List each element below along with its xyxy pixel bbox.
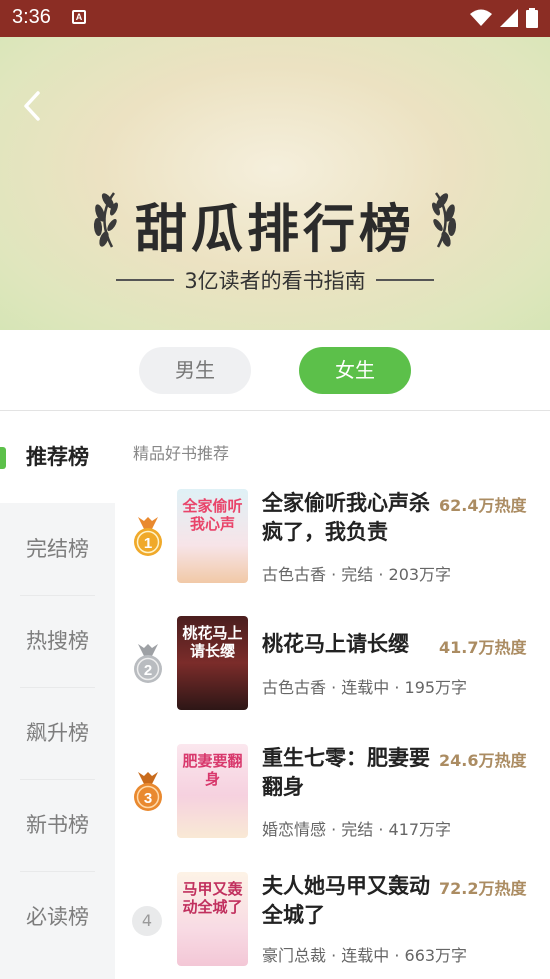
cover-title: 肥妻要翻身 (182, 752, 243, 788)
subtitle-line-right (375, 279, 434, 281)
book-item-3[interactable]: 3 肥妻要翻身 重生七零：肥妻要翻身 24.6万热度 婚恋情感 · 完结 · 4… (115, 744, 550, 869)
book-title[interactable]: 桃花马上请长缨 (262, 630, 442, 659)
tab-male[interactable]: 男生 (139, 347, 251, 394)
sidebar-item-recommended[interactable]: 推荐榜 (0, 411, 115, 503)
sidebar-item-label: 飙升榜 (26, 721, 89, 745)
book-heat: 24.6万热度 (439, 751, 527, 770)
sidebar-item-new-books[interactable]: 新书榜 (0, 779, 115, 871)
book-cover[interactable]: 桃花马上请长缨 (177, 616, 248, 710)
cover-title: 马甲又轰动全城了 (182, 880, 243, 916)
book-heat: 62.4万热度 (439, 496, 527, 515)
rank-number: 2 (144, 662, 152, 679)
book-title[interactable]: 重生七零：肥妻要翻身 (262, 744, 432, 802)
laurel-right-icon (431, 192, 457, 248)
sidebar-item-label: 推荐榜 (26, 445, 89, 469)
back-arrow-icon[interactable] (18, 89, 52, 123)
wifi-icon (470, 9, 492, 26)
sidebar-item-label: 热搜榜 (26, 629, 89, 653)
status-icons (470, 8, 538, 28)
book-title[interactable]: 全家偷听我心声杀疯了，我负责 (262, 489, 432, 547)
signal-icon (500, 9, 518, 27)
book-title[interactable]: 夫人她马甲又轰动全城了 (262, 872, 432, 930)
book-item-2[interactable]: 2 桃花马上请长缨 桃花马上请长缨 41.7万热度 古色古香 · 连载中 · 1… (115, 616, 550, 741)
book-cover[interactable]: 马甲又轰动全城了 (177, 872, 248, 966)
sidebar-item-rising[interactable]: 飙升榜 (0, 687, 115, 779)
silver-medal-icon: 2 (134, 644, 162, 683)
ranking-banner: 甜瓜排行榜 3亿读者的看书指南 (0, 37, 550, 330)
rank-number: 3 (144, 790, 152, 807)
status-time: 3:36 (12, 6, 51, 28)
book-item-4[interactable]: 4 马甲又轰动全城了 夫人她马甲又轰动全城了 72.2万热度 豪门总裁 · 连载… (115, 872, 550, 979)
section-label: 精品好书推荐 (133, 444, 230, 463)
sidebar-item-completed[interactable]: 完结榜 (0, 503, 115, 595)
book-cover[interactable]: 全家偷听我心声 (177, 489, 248, 583)
book-meta: 婚恋情感 · 完结 · 417万字 (262, 820, 452, 839)
book-heat: 72.2万热度 (439, 879, 527, 898)
sidebar-item-must-read[interactable]: 必读榜 (0, 871, 115, 963)
notification-icon: A (72, 10, 86, 24)
banner-subtitle: 3亿读者的看书指南 (184, 269, 366, 293)
book-meta: 古色古香 · 完结 · 203万字 (262, 565, 452, 584)
sidebar-item-label: 完结榜 (26, 537, 89, 561)
book-meta: 古色古香 · 连载中 · 195万字 (262, 678, 468, 697)
sidebar-item-label: 必读榜 (26, 905, 89, 929)
battery-icon (526, 8, 538, 28)
book-cover[interactable]: 肥妻要翻身 (177, 744, 248, 838)
banner-title: 甜瓜排行榜 (134, 200, 415, 260)
active-indicator (0, 447, 6, 469)
ranking-sidebar: 推荐榜 完结榜 热搜榜 飙升榜 新书榜 必读榜 (0, 411, 115, 979)
bronze-medal-icon: 3 (134, 772, 162, 811)
subtitle-line-left (116, 279, 175, 281)
cover-title: 全家偷听我心声 (182, 497, 243, 533)
rank-number: 1 (144, 535, 152, 552)
tab-female[interactable]: 女生 (299, 347, 411, 394)
cover-title: 桃花马上请长缨 (182, 624, 243, 660)
sidebar-item-hot-search[interactable]: 热搜榜 (0, 595, 115, 687)
status-bar: 3:36 A (0, 0, 550, 37)
banner-subtitle-row: 3亿读者的看书指南 (0, 265, 550, 295)
book-item-1[interactable]: 1 全家偷听我心声 全家偷听我心声杀疯了，我负责 62.4万热度 古色古香 · … (115, 489, 550, 614)
gold-medal-icon: 1 (134, 517, 162, 556)
sidebar-item-label: 新书榜 (26, 813, 89, 837)
book-heat: 41.7万热度 (439, 638, 527, 657)
book-meta: 豪门总裁 · 连载中 · 663万字 (262, 946, 468, 965)
rank-number: 4 (132, 906, 162, 936)
